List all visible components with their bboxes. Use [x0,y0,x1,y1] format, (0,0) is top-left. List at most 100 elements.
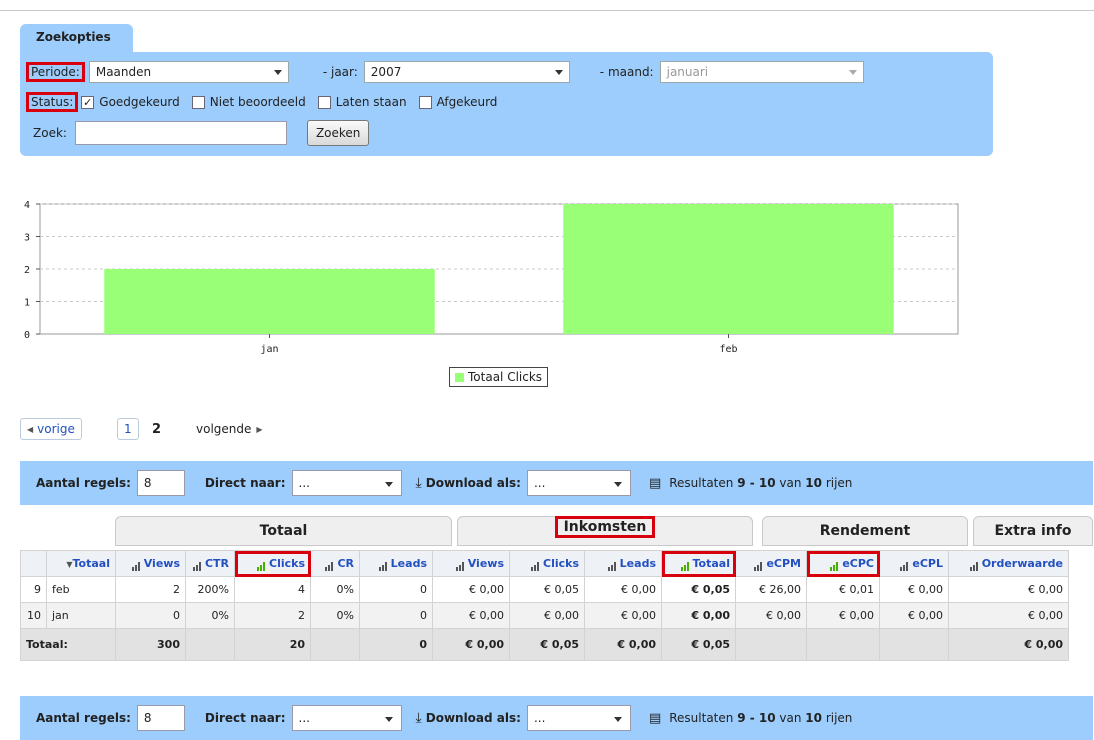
checkbox-checked[interactable]: ✓ [81,95,95,109]
col-ink-views[interactable]: Views [432,550,510,577]
col-clicks[interactable]: Clicks [234,550,311,577]
total-cell [735,628,807,661]
tab-zoekopties[interactable]: Zoekopties [20,24,133,54]
page-1-link[interactable]: 1 [117,418,139,440]
col-ecpl[interactable]: eCPL [879,550,949,577]
download-value: ... [533,711,546,725]
printer-icon: ▤ [648,710,662,726]
col-orderwaarde[interactable]: Orderwaarde [948,550,1069,577]
col-totaal[interactable]: ▼Totaal [46,550,116,577]
y-tick-label: 0 [24,330,30,341]
bar-chart-icon [455,558,465,571]
table-cell: 10 [20,602,47,629]
direct-value: ... [298,476,310,490]
col-label: Clicks [543,557,579,570]
col-label: eCPL [912,557,943,570]
direct-select[interactable]: ... [291,470,402,496]
col-leads[interactable]: Leads [359,550,433,577]
table-cell: 0 [359,576,433,603]
chevron-down-icon [613,717,622,722]
rows-input[interactable]: 8 [136,470,185,496]
chevron-down-icon [848,70,857,75]
table-cell: € 0,05 [661,576,736,603]
checkbox[interactable] [418,95,432,109]
maand-select[interactable]: januari [659,61,864,83]
total-cell: € 0,00 [584,628,662,661]
rows-label: Aantal regels: [36,711,131,725]
chevron-down-icon [273,70,282,75]
bar-chart-icon [899,558,909,571]
table-cell: € 0,00 [661,602,736,629]
checkbox[interactable] [191,95,205,109]
status-label: Status: [26,92,79,112]
status-option[interactable]: Niet beoordeeld [191,95,306,109]
table-cell: 0 [115,602,186,629]
direct-select[interactable]: ... [291,705,402,731]
download-select[interactable]: ... [526,705,631,731]
jaar-select[interactable]: 2007 [363,61,570,83]
col-label: Leads [619,557,656,570]
rows-input[interactable]: 8 [136,705,185,731]
col-ctr[interactable]: CTR [185,550,235,577]
download-icon: ⤓ [415,475,422,491]
col-label: CTR [204,557,229,570]
total-cell: € 0,05 [661,628,736,661]
table-cell: 0% [310,576,360,603]
search-panel: Periode: Maanden - jaar: 2007 - maand: j… [20,52,993,156]
y-tick-label: 1 [24,298,30,309]
col-label: Orderwaarde [981,557,1063,570]
next-page-link[interactable]: volgende ▶ [196,418,263,440]
maand-value: januari [666,65,709,79]
bar-chart-icon [680,558,690,571]
group-extra-info: Extra info [973,516,1093,546]
results-total: 10 [805,476,822,490]
download-select[interactable]: ... [526,470,631,496]
col-views[interactable]: Views [115,550,186,577]
table-cell: feb [46,576,116,603]
col-ecpm[interactable]: eCPM [735,550,807,577]
total-cell [310,628,360,661]
table-cell: jan [46,602,116,629]
status-option[interactable]: ✓ Goedgekeurd [81,95,180,109]
col-cr[interactable]: CR [310,550,360,577]
col-label: Totaal [692,557,730,570]
table-cell: € 0,00 [735,602,807,629]
table-row: 9 feb 2 200% 4 0% 0 € 0,00 € 0,05 € 0,00 € 0,05 € 2… [20,576,1069,603]
bar-chart-icon [324,558,334,571]
zoeken-button[interactable]: Zoeken [306,120,370,146]
checkbox[interactable] [317,95,331,109]
zoek-label: Zoek: [33,126,67,140]
results-prefix: Resultaten [669,711,738,725]
jaar-value: 2007 [370,65,402,79]
group-inkomsten-label: Inkomsten [554,516,656,538]
results-mid: van [775,476,806,490]
status-option[interactable]: Laten staan [317,95,407,109]
col-label: Totaal [72,557,110,570]
jaar-label: - jaar: [322,65,358,79]
download-icon: ⤓ [415,710,422,726]
status-option[interactable]: Afgekeurd [418,95,498,109]
periode-select[interactable]: Maanden [88,61,289,83]
legend-swatch [455,372,464,382]
zoek-input[interactable] [74,121,287,145]
bar-chart-icon [256,558,266,571]
col-ink-clicks[interactable]: Clicks [509,550,585,577]
col-ink-totaal[interactable]: Totaal [661,550,736,577]
prev-page-button[interactable]: ◀ vorige [20,418,82,440]
col-ecpc[interactable]: eCPC [806,550,880,577]
table-cell: 200% [185,576,235,603]
chevron-right-icon: ▶ [256,424,263,434]
results-suffix: rijen [822,711,853,725]
bar-jan [104,269,435,334]
total-cell: 300 [115,628,186,661]
printer-icon: ▤ [648,475,662,491]
table-cell: € 0,05 [509,576,585,603]
table-cell: 0 [359,602,433,629]
status-option-label: Afgekeurd [436,95,498,109]
results-range: 9 - 10 [737,711,776,725]
col-label: eCPC [842,557,874,570]
col-ink-leads[interactable]: Leads [584,550,662,577]
table-cell: € 0,00 [806,602,880,629]
results-table: ▼Totaal Views CTR Clicks CR Leads Views … [20,550,1069,661]
col-label: Clicks [269,557,305,570]
